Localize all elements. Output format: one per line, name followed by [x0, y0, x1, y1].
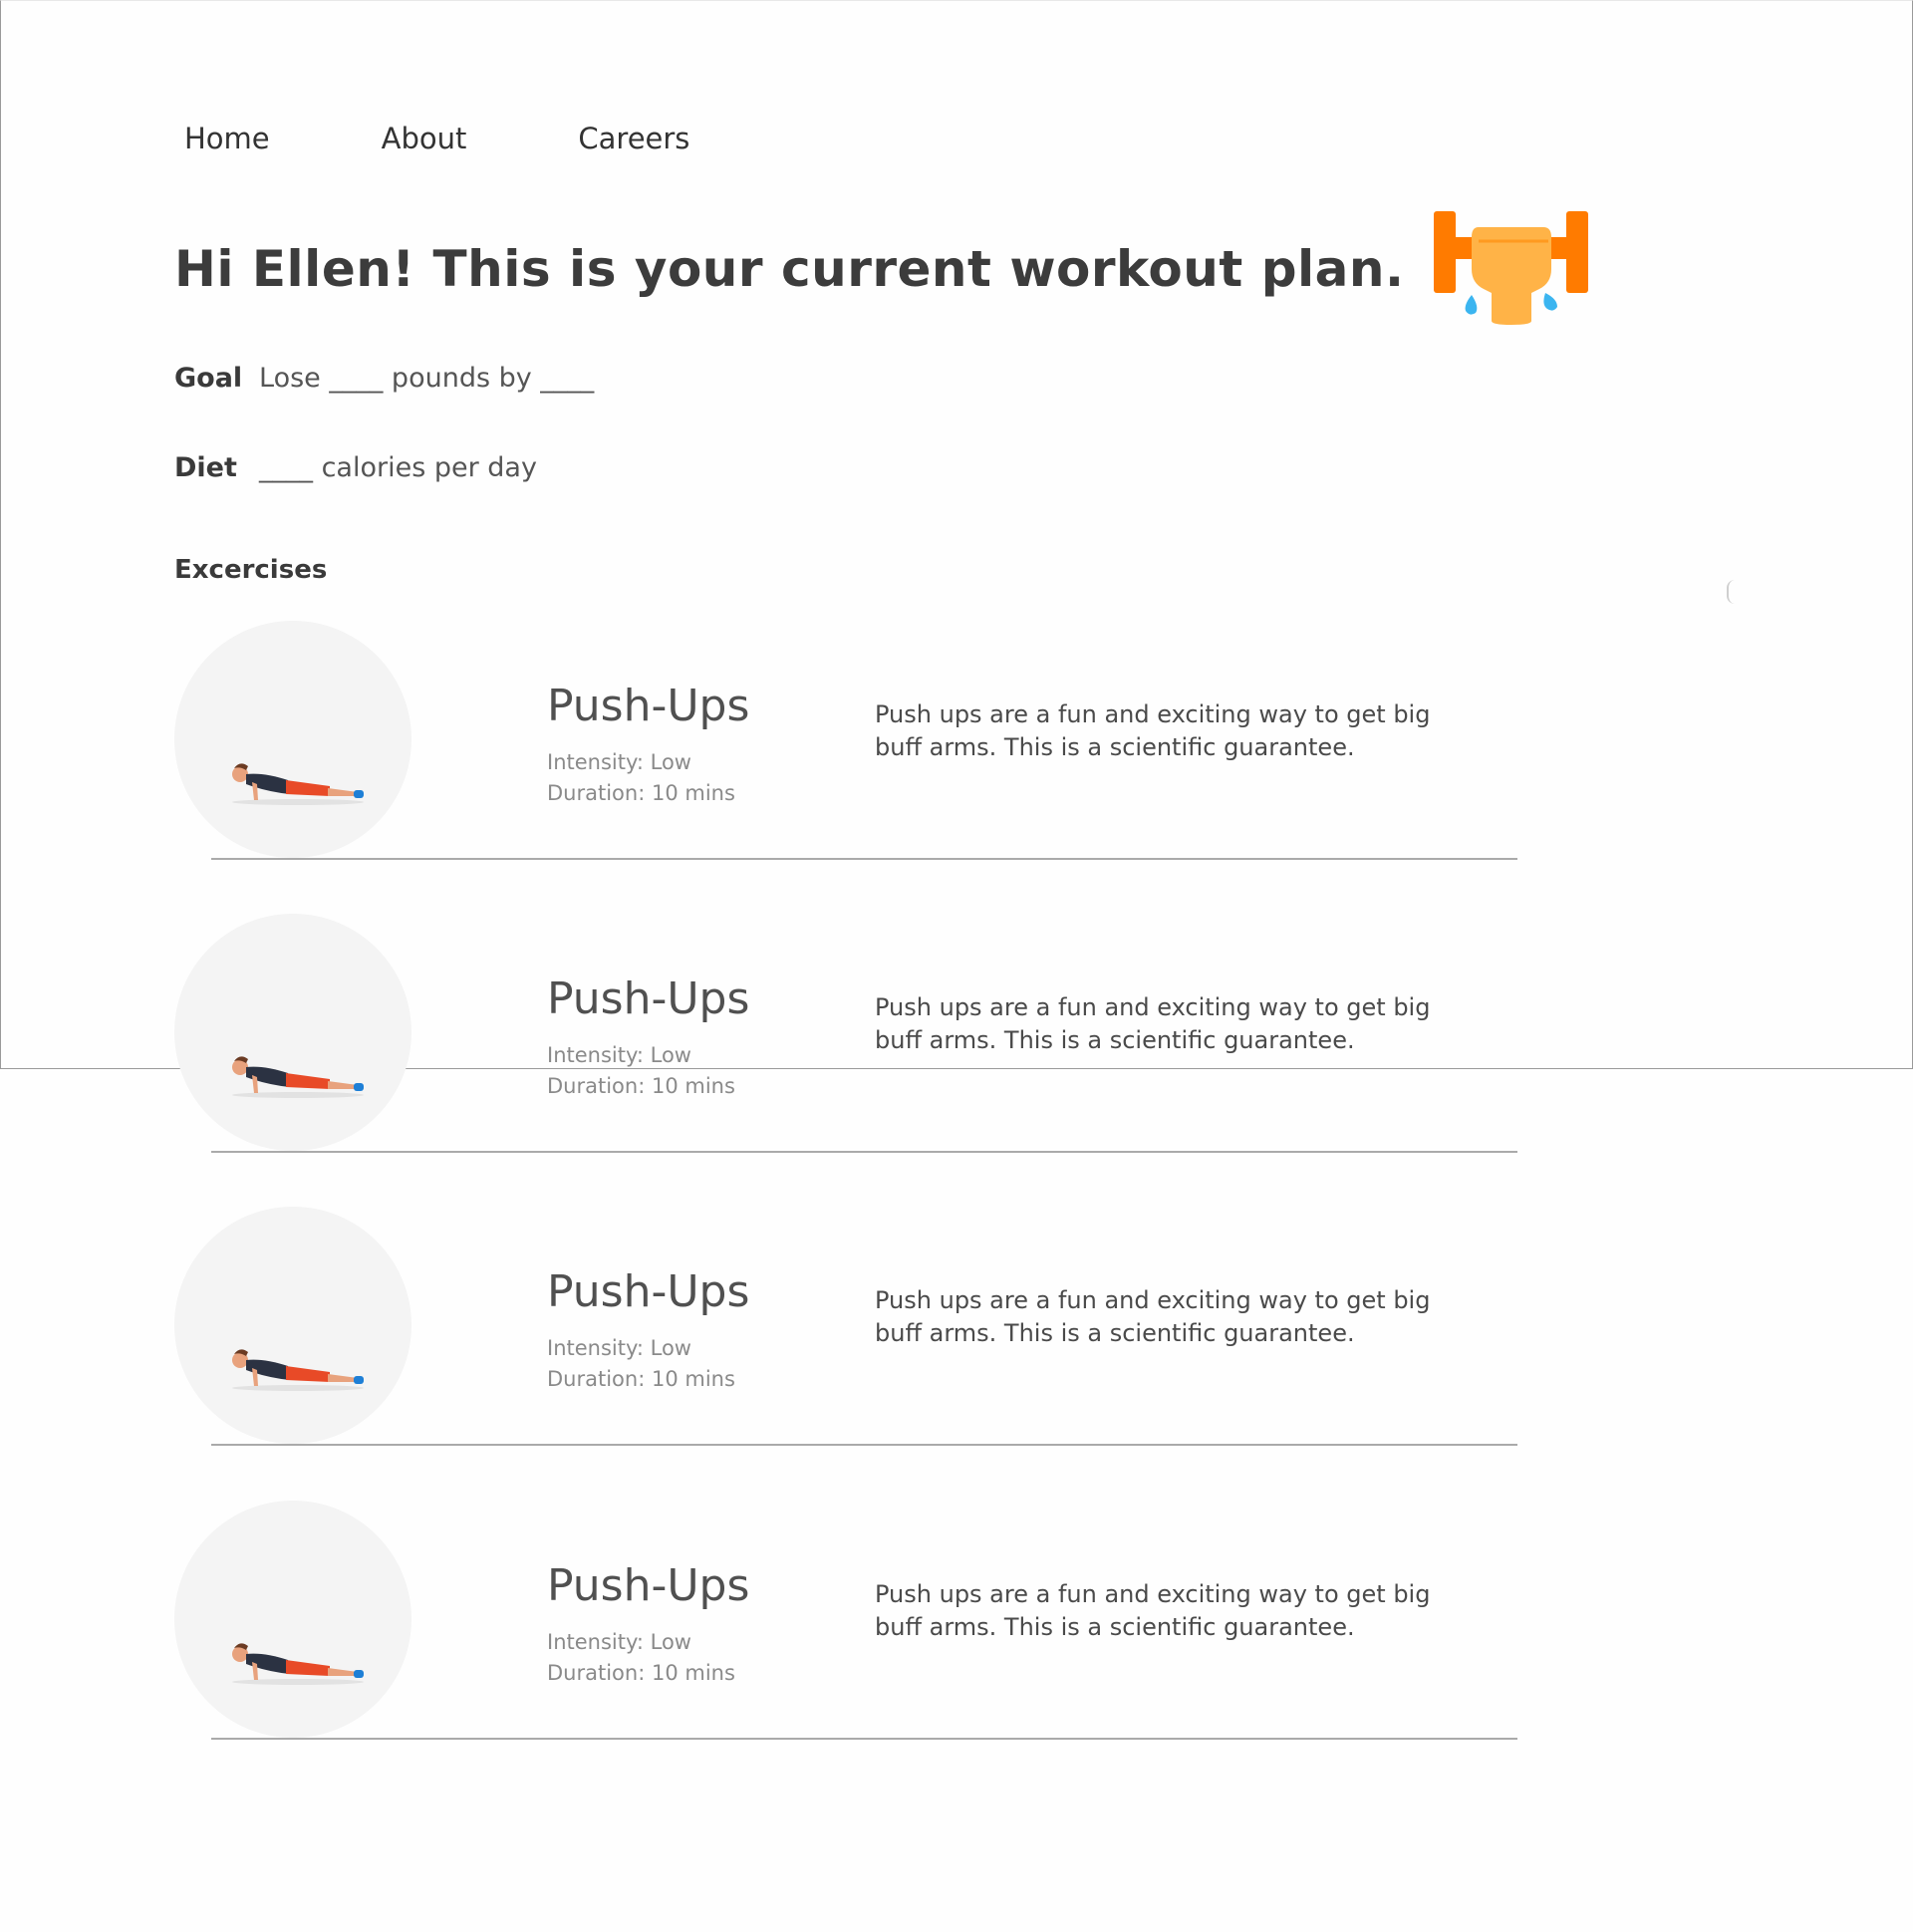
exercise-card[interactable]: Push-Ups Intensity: Low Duration: 10 min…	[174, 1501, 1517, 1740]
diet-label: Diet	[174, 452, 237, 483]
page-heading-row: Hi Ellen! This is your current workout p…	[174, 211, 1589, 326]
exercises-section-title: Excercises	[174, 555, 328, 585]
exercise-thumbnail	[174, 1501, 411, 1738]
exercise-intensity: Intensity: Low	[547, 1336, 691, 1360]
exercise-name: Push-Ups	[547, 1560, 750, 1611]
diet-value: ____ calories per day	[259, 452, 537, 483]
exercise-name: Push-Ups	[547, 681, 750, 731]
exercise-intensity: Intensity: Low	[547, 1630, 691, 1654]
exercise-duration: Duration: 10 mins	[547, 1661, 735, 1685]
exercise-divider	[211, 1151, 1517, 1153]
exercise-divider	[211, 1444, 1517, 1446]
exercise-duration: Duration: 10 mins	[547, 1074, 735, 1098]
exercise-card[interactable]: Push-Ups Intensity: Low Duration: 10 min…	[174, 1207, 1517, 1446]
exercise-thumbnail	[174, 914, 411, 1151]
push-up-figure-icon	[232, 763, 364, 805]
exercise-description: Push ups are a fun and exciting way to g…	[875, 993, 1431, 1054]
exercise-thumbnail	[174, 1207, 411, 1444]
exercise-intensity: Intensity: Low	[547, 1043, 691, 1067]
push-up-figure-icon	[232, 1056, 364, 1098]
stray-bracket-mark	[1727, 580, 1735, 604]
top-nav: Home About Careers	[184, 118, 801, 159]
push-up-figure-icon	[232, 1643, 364, 1685]
exercise-description: Push ups are a fun and exciting way to g…	[875, 700, 1431, 761]
exercise-card[interactable]: Push-Ups Intensity: Low Duration: 10 min…	[174, 914, 1517, 1153]
exercise-description: Push ups are a fun and exciting way to g…	[875, 1286, 1431, 1347]
nav-careers-link[interactable]: Careers	[578, 118, 689, 159]
browser-viewport-frame	[0, 0, 1913, 1069]
exercise-name: Push-Ups	[547, 1266, 750, 1317]
exercise-divider	[211, 858, 1517, 860]
exercise-duration: Duration: 10 mins	[547, 781, 735, 805]
page-title: Hi Ellen! This is your current workout p…	[174, 239, 1405, 298]
push-up-figure-icon	[232, 1349, 364, 1391]
exercise-intensity: Intensity: Low	[547, 750, 691, 774]
diet-row: Diet ____ calories per day	[174, 452, 537, 483]
goal-row: Goal Lose ____ pounds by ____	[174, 363, 594, 394]
exercise-card[interactable]: Push-Ups Intensity: Low Duration: 10 min…	[174, 621, 1517, 860]
exercise-divider	[211, 1738, 1517, 1740]
goal-value: Lose ____ pounds by ____	[259, 363, 595, 394]
exercise-thumbnail	[174, 621, 411, 858]
exercise-duration: Duration: 10 mins	[547, 1367, 735, 1391]
goal-label: Goal	[174, 363, 243, 394]
nav-about-link[interactable]: About	[382, 118, 467, 159]
exercise-name: Push-Ups	[547, 973, 750, 1024]
exercise-description: Push ups are a fun and exciting way to g…	[875, 1580, 1431, 1641]
nav-home-link[interactable]: Home	[184, 118, 270, 159]
dumbbell-lift-icon	[1434, 211, 1589, 325]
